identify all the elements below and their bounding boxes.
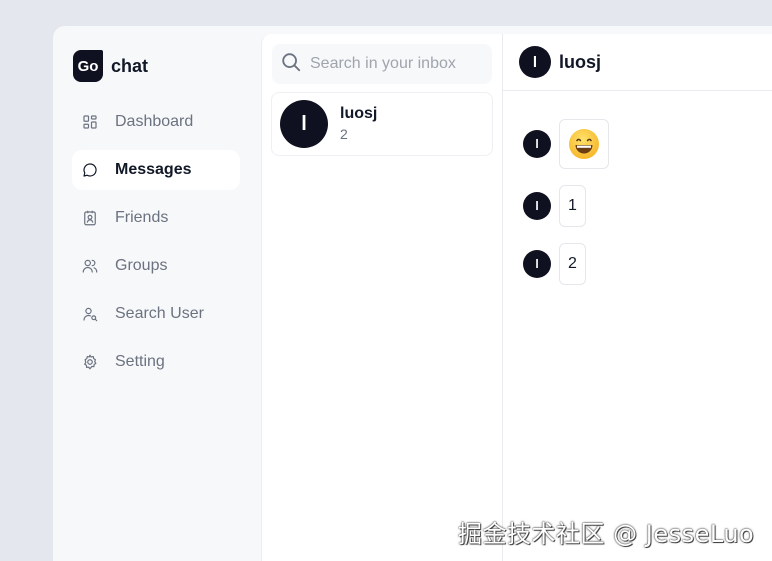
search-input[interactable] [310,55,480,73]
sidebar-item-groups[interactable]: Groups [72,246,240,286]
contact-card-icon [80,208,100,228]
message-icon [80,160,100,180]
avatar[interactable]: l [519,46,551,78]
sidebar-item-friends[interactable]: Friends [72,198,240,238]
sidebar-item-label: Messages [115,161,192,178]
conversation-item[interactable]: l luosj 2 [271,92,493,156]
chat-title: luosj [559,51,602,72]
avatar: l [280,100,328,148]
avatar[interactable]: l [523,250,551,278]
sidebar-item-messages[interactable]: Messages [72,150,240,190]
sidebar-item-search-user[interactable]: Search User [72,294,240,334]
users-icon [80,256,100,276]
sidebar-item-setting[interactable]: Setting [72,342,240,382]
chat-header: l luosj [503,34,772,91]
conversation-list-panel: l luosj 2 [261,34,502,561]
message-row: l [523,119,609,169]
conversation-text: luosj 2 [340,104,377,144]
conversation-name: luosj [340,105,378,122]
brand-logo: Go [73,50,103,82]
message-bubble[interactable] [559,119,609,169]
watermark-text: 掘金技术社区 @ JesseLuo [458,520,755,548]
sidebar-item-dashboard[interactable]: Dashboard [72,102,240,142]
sidebar-item-label: Dashboard [115,113,194,130]
message-row: l 2 [523,243,586,285]
grinning-face-icon [569,129,599,159]
gear-icon [80,352,100,372]
avatar[interactable]: l [523,192,551,220]
brand[interactable]: Go chat [73,50,148,82]
user-search-icon [80,304,100,324]
search-box[interactable] [272,44,492,84]
sidebar-item-label: Setting [115,353,165,370]
sidebar-item-label: Groups [115,257,168,274]
sidebar-nav: Dashboard Messages Friends Groups Search… [72,102,240,390]
dashboard-icon [80,112,100,132]
brand-name: chat [111,55,149,76]
search-icon [280,51,302,78]
message-row: l 1 [523,185,586,227]
sidebar: Go chat Dashboard Messages Friends Group… [53,26,261,561]
conversation-preview: 2 [340,126,348,142]
avatar[interactable]: l [523,130,551,158]
message-bubble[interactable]: 1 [559,185,586,227]
sidebar-item-label: Search User [115,305,204,322]
sidebar-item-label: Friends [115,209,169,226]
chat-panel: l luosj l l 1 l 2 [502,34,772,561]
app-window: Go chat Dashboard Messages Friends Group… [53,26,772,561]
message-bubble[interactable]: 2 [559,243,586,285]
